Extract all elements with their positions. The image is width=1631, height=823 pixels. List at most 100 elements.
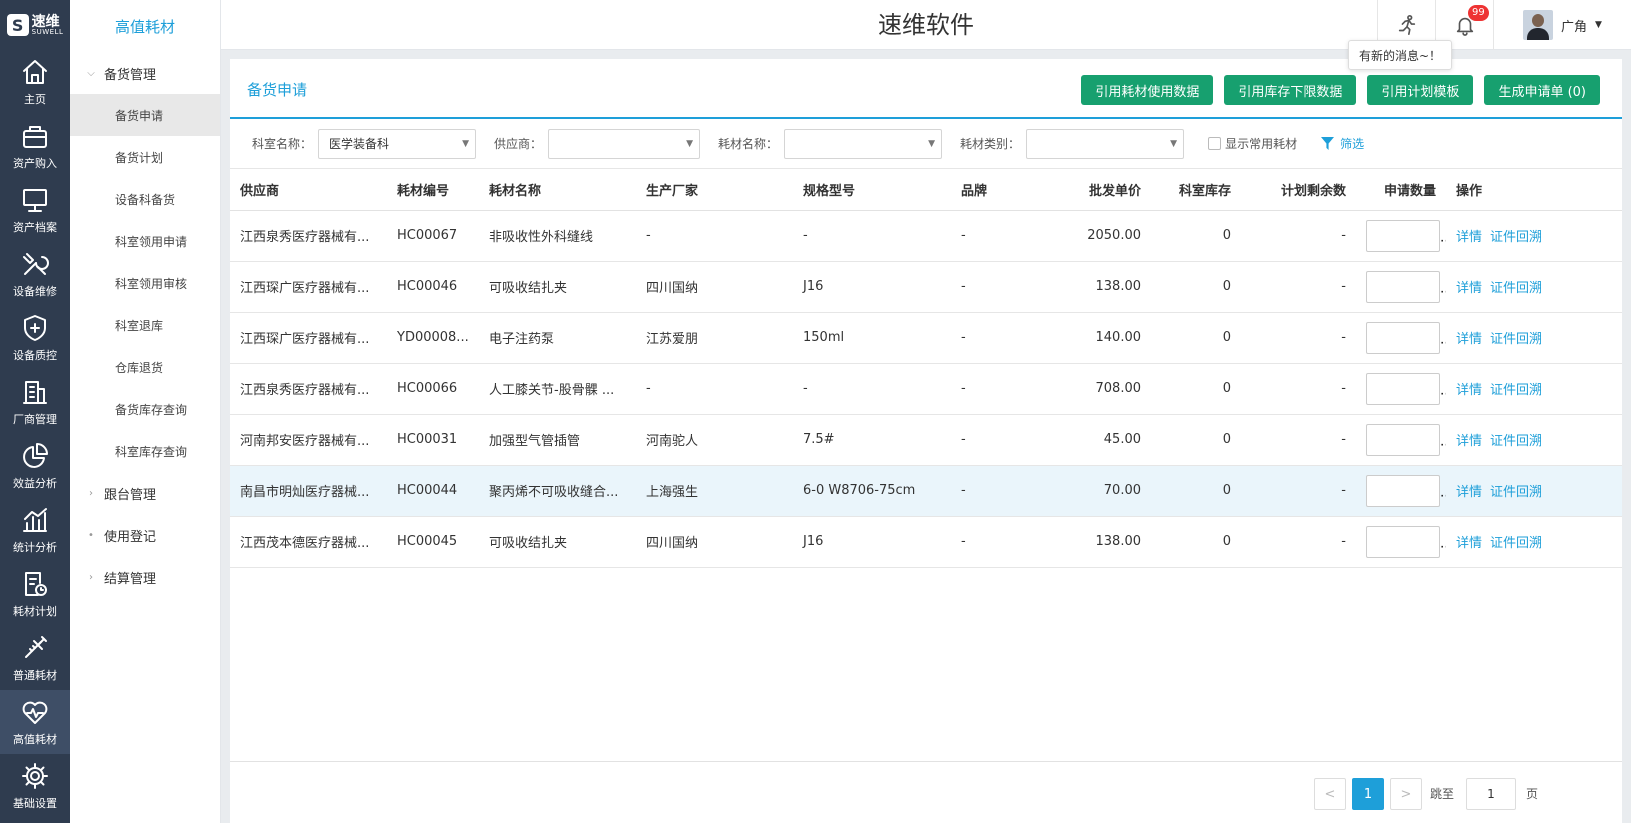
menu-item-dept-review[interactable]: 科室领用审核 xyxy=(70,262,220,304)
request-qty-input[interactable] xyxy=(1366,474,1440,507)
cell-name: 可吸收结扎夹 xyxy=(479,261,636,313)
col-request-qty: 申请数量 xyxy=(1356,169,1446,211)
type-select[interactable]: ▼ xyxy=(1026,128,1185,159)
menu-item-dept-return[interactable]: 科室退库 xyxy=(70,304,220,346)
nav-settings[interactable]: 基础设置 xyxy=(0,754,70,818)
cell-brand: - xyxy=(951,363,1021,415)
nav-material-plan[interactable]: 耗材计划 xyxy=(0,562,70,626)
detail-link[interactable]: 详情 xyxy=(1456,230,1482,245)
nav-statistics[interactable]: 统计分析 xyxy=(0,498,70,562)
next-page-button[interactable]: > xyxy=(1390,778,1422,810)
user-menu[interactable]: 广角 ▼ xyxy=(1493,0,1631,50)
menu-group-follow[interactable]: › 跟台管理 xyxy=(70,472,220,514)
cell-code: HC00046 xyxy=(387,261,479,313)
menu-group-settlement[interactable]: › 结算管理 xyxy=(70,556,220,598)
table-row: 江西琛广医疗器械有... YD00008... 电子注药泵 江苏爱朋 150ml -140… xyxy=(230,312,1622,364)
nav-common-material[interactable]: 普通耗材 xyxy=(0,626,70,690)
certificate-trace-link[interactable]: 证件回溯 xyxy=(1490,485,1542,500)
certificate-trace-link[interactable]: 证件回溯 xyxy=(1490,230,1542,245)
material-select[interactable]: ▼ xyxy=(784,128,943,159)
cell-dept-stock: 0 xyxy=(1151,363,1241,415)
menu-item-warehouse-return[interactable]: 仓库退货 xyxy=(70,346,220,388)
menu-item-equipment-stock[interactable]: 设备科备货 xyxy=(70,178,220,220)
nav-label: 设备质控 xyxy=(13,349,57,362)
menu-item-stock-query[interactable]: 备货库存查询 xyxy=(70,388,220,430)
nav-label: 高值耗材 xyxy=(13,733,57,746)
detail-link[interactable]: 详情 xyxy=(1456,536,1482,551)
menu-item-dept-stock-query[interactable]: 科室库存查询 xyxy=(70,430,220,472)
menu-item-stock-apply[interactable]: 备货申请 xyxy=(70,94,220,136)
chevron-down-icon: ⌵ xyxy=(87,67,95,79)
table-row: 南昌市明灿医疗器械... HC00044 聚丙烯不可吸收缝合... 上海强生 6-0 W… xyxy=(230,465,1622,517)
col-actions: 操作 xyxy=(1446,169,1622,211)
common-material-checkbox[interactable]: 显示常用耗材 xyxy=(1208,135,1297,152)
nav-asset-purchase[interactable]: 资产购入 xyxy=(0,114,70,178)
dept-label: 科室名称： xyxy=(252,137,313,151)
request-qty-input[interactable] xyxy=(1366,321,1440,354)
cell-name: 聚丙烯不可吸收缝合... xyxy=(479,465,636,517)
certificate-trace-link[interactable]: 证件回溯 xyxy=(1490,383,1542,398)
cell-plan-remaining: - xyxy=(1241,516,1356,568)
cell-dept-stock: 0 xyxy=(1151,465,1241,517)
dept-select-value: 医学装备科 xyxy=(329,136,390,151)
menu-group-usage[interactable]: • 使用登记 xyxy=(70,514,220,556)
avatar xyxy=(1523,10,1554,40)
page-1-button[interactable]: 1 xyxy=(1352,778,1384,810)
certificate-trace-link[interactable]: 证件回溯 xyxy=(1490,281,1542,296)
request-qty-input[interactable] xyxy=(1366,423,1440,456)
cell-brand: - xyxy=(951,210,1021,262)
detail-link[interactable]: 详情 xyxy=(1456,383,1482,398)
nav-label: 耗材计划 xyxy=(13,605,57,618)
menu-item-stock-plan[interactable]: 备货计划 xyxy=(70,136,220,178)
detail-link[interactable]: 详情 xyxy=(1456,434,1482,449)
nav-benefit[interactable]: 效益分析 xyxy=(0,434,70,498)
cell-brand: - xyxy=(951,414,1021,466)
nav-quality[interactable]: 设备质控 xyxy=(0,306,70,370)
nav-high-value-material[interactable]: 高值耗材 xyxy=(0,690,70,754)
request-qty-input[interactable] xyxy=(1366,270,1440,303)
filter-button[interactable]: 筛选 xyxy=(1321,135,1364,152)
cite-stock-limit-button[interactable]: 引用库存下限数据 xyxy=(1224,75,1357,105)
cell-actions: 详情 证件回溯 xyxy=(1446,465,1622,517)
bar-chart-icon xyxy=(23,508,47,532)
table-row: 江西茂本德医疗器械... HC00045 可吸收结扎夹 四川国纳 J16-138.00 0… xyxy=(230,516,1622,568)
certificate-trace-link[interactable]: 证件回溯 xyxy=(1490,332,1542,347)
cart-icon xyxy=(23,126,47,148)
detail-link[interactable]: 详情 xyxy=(1456,485,1482,500)
nav-asset-archive[interactable]: 资产档案 xyxy=(0,178,70,242)
menu-group-label: 备货管理 xyxy=(104,67,157,83)
cell-code: HC00067 xyxy=(387,210,479,262)
cell-request-qty xyxy=(1356,210,1446,262)
prev-page-button[interactable]: < xyxy=(1314,778,1346,810)
nav-vendor[interactable]: 厂商管理 xyxy=(0,370,70,434)
table-header-row: 供应商 耗材编号 耗材名称 生产厂家 规格型号 品牌 批发单价 科室库存 计划剩… xyxy=(230,169,1622,211)
nav-home[interactable]: 主页 xyxy=(0,50,70,114)
request-qty-input[interactable] xyxy=(1366,219,1440,252)
cell-code: HC00045 xyxy=(387,516,479,568)
cell-spec: - xyxy=(793,210,951,262)
certificate-trace-link[interactable]: 证件回溯 xyxy=(1490,434,1542,449)
col-spec: 规格型号 xyxy=(793,169,951,211)
detail-link[interactable]: 详情 xyxy=(1456,332,1482,347)
cell-plan-remaining: - xyxy=(1241,261,1356,313)
generate-request-button[interactable]: 生成申请单 (0) xyxy=(1484,75,1600,105)
col-brand: 品牌 xyxy=(951,169,1021,211)
menu-item-dept-request[interactable]: 科室领用申请 xyxy=(70,220,220,262)
chevron-right-icon: › xyxy=(89,487,93,499)
type-label: 耗材类别： xyxy=(960,137,1021,151)
caret-down-icon: ▼ xyxy=(462,138,470,149)
dept-select[interactable]: 医学装备科 ▼ xyxy=(318,128,477,159)
table-row: 江西泉秀医疗器械有... HC00066 人工膝关节-股骨髁 ... - - -708.0… xyxy=(230,363,1622,415)
cell-spec: J16 xyxy=(793,261,951,313)
menu-group-stock[interactable]: ⌵ 备货管理 xyxy=(70,52,220,94)
cell-plan-remaining: - xyxy=(1241,414,1356,466)
cite-plan-template-button[interactable]: 引用计划模板 xyxy=(1367,75,1474,105)
goto-page-input[interactable]: 1 xyxy=(1466,778,1516,810)
nav-repair[interactable]: 设备维修 xyxy=(0,242,70,306)
detail-link[interactable]: 详情 xyxy=(1456,281,1482,296)
request-qty-input[interactable] xyxy=(1366,525,1440,558)
cite-usage-button[interactable]: 引用耗材使用数据 xyxy=(1081,75,1214,105)
certificate-trace-link[interactable]: 证件回溯 xyxy=(1490,536,1542,551)
supplier-select[interactable]: ▼ xyxy=(548,128,701,159)
request-qty-input[interactable] xyxy=(1366,372,1440,405)
